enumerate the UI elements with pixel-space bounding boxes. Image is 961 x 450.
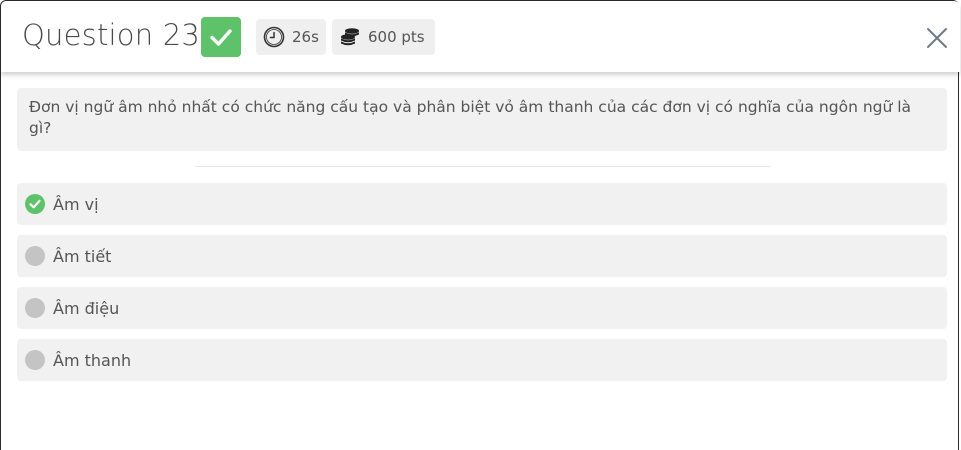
radio-circle-icon (25, 246, 45, 266)
close-icon (927, 28, 947, 48)
option-1[interactable]: Âm vị (17, 183, 947, 225)
divider (195, 166, 770, 167)
question-title: Question 23 (22, 18, 201, 52)
option-3[interactable]: Âm điệu (17, 287, 947, 329)
radio-circle-icon (25, 350, 45, 370)
radio-circle-icon (25, 298, 45, 318)
option-label: Âm thanh (53, 350, 132, 370)
correct-badge (201, 17, 241, 57)
option-label: Âm vị (53, 194, 99, 214)
points-chip: 600 pts (332, 19, 435, 55)
question-text-box: Đơn vị ngữ âm nhỏ nhất có chức năng cấu … (17, 88, 947, 151)
correct-check-icon (25, 194, 45, 214)
check-icon (210, 29, 232, 46)
option-2[interactable]: Âm tiết (17, 235, 947, 277)
timer-chip: 26s (256, 19, 326, 55)
question-text: Đơn vị ngữ âm nhỏ nhất có chức năng cấu … (29, 98, 912, 137)
coins-icon (339, 26, 361, 48)
close-button[interactable] (922, 23, 952, 53)
option-label: Âm điệu (53, 298, 120, 318)
dialog-header: Question 23 26s 600 pts (1, 1, 960, 72)
points-value: 600 pts (368, 28, 425, 46)
option-label: Âm tiết (53, 246, 112, 266)
quiz-dialog: Question 23 26s 600 pts Đơn vị ngữ âm nh… (0, 0, 960, 450)
option-4[interactable]: Âm thanh (17, 339, 947, 381)
clock-icon (263, 26, 285, 48)
timer-value: 26s (292, 28, 319, 46)
